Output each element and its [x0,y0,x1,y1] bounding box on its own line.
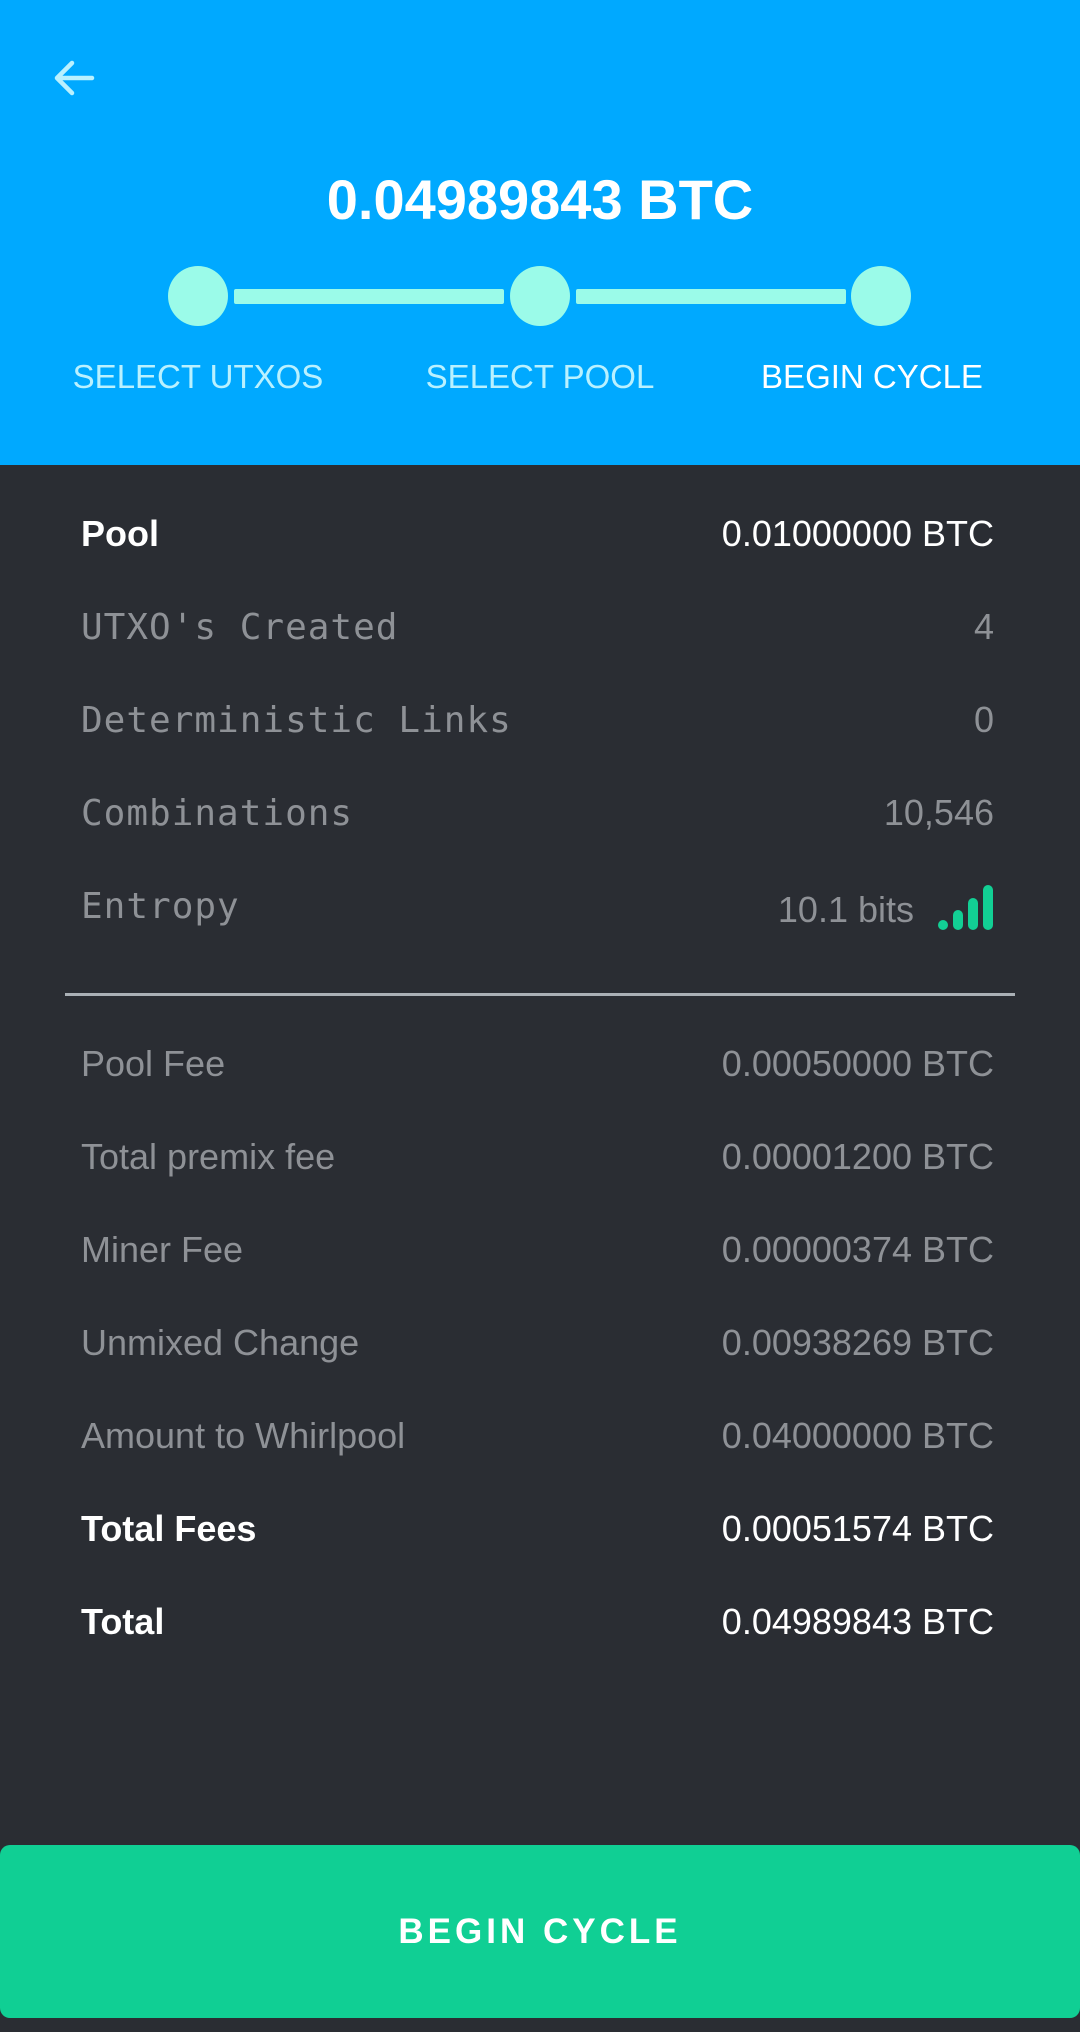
total-fees-row: Total Fees 0.00051574 BTC [81,1499,994,1559]
step-dot-select-utxos [168,266,228,326]
miner-fee-row: Miner Fee 0.00000374 BTC [81,1220,994,1280]
premix-fee-label: Total premix fee [81,1136,336,1177]
unmixed-change-row: Unmixed Change 0.00938269 BTC [81,1313,994,1373]
section-divider [65,993,1015,996]
total-label: Total [81,1601,165,1642]
signal-bars-icon [938,882,994,930]
premix-fee-value: 0.00001200 BTC [721,1136,994,1177]
stepper [0,262,1080,332]
entropy-label: Entropy [81,885,240,927]
pool-value: 0.01000000 BTC [721,513,994,554]
arrow-left-icon [54,60,95,96]
miner-fee-value: 0.00000374 BTC [721,1229,994,1270]
amount-to-whirlpool-value: 0.04000000 BTC [721,1415,994,1456]
entropy-value: 10.1 bits [777,889,914,930]
utxos-created-label: UTXO's Created [81,606,399,648]
entropy-value-wrap: 10.1 bits [778,881,994,931]
step-connector [576,289,846,304]
amount-to-whirlpool-row: Amount to Whirlpool 0.04000000 BTC [81,1406,994,1466]
begin-cycle-button[interactable]: BEGIN CYCLE [0,1845,1080,2018]
total-row: Total 0.04989843 BTC [81,1592,994,1652]
combinations-value: 10,546 [883,792,994,833]
step-label-select-utxos: SELECT UTXOS [72,358,324,395]
combinations-label: Combinations [81,792,354,834]
total-amount: 0.04989843 BTC [326,168,754,231]
step-connector [234,289,504,304]
pool-row: Pool 0.01000000 BTC [81,504,994,564]
back-button[interactable] [40,44,108,112]
step-label-select-pool: SELECT POOL [425,358,655,395]
utxos-created-row: UTXO's Created 4 [81,597,994,657]
deterministic-links-row: Deterministic Links 0 [81,690,994,750]
pool-label: Pool [81,513,159,554]
pool-fee-value: 0.00050000 BTC [721,1043,994,1084]
header: 0.04989843 BTC SELECT UTXOS SELECT POOL … [0,0,1080,465]
signal-bar-4 [983,885,993,930]
step-dot-select-pool [510,266,570,326]
signal-bar-2 [953,910,963,930]
total-fees-label: Total Fees [81,1508,257,1549]
step-label-begin-cycle: BEGIN CYCLE [761,358,983,395]
step-dot-begin-cycle [851,266,911,326]
utxos-created-value: 4 [973,606,994,647]
unmixed-change-value: 0.00938269 BTC [721,1322,994,1363]
premix-fee-row: Total premix fee 0.00001200 BTC [81,1127,994,1187]
miner-fee-label: Miner Fee [81,1229,244,1270]
signal-bar-3 [968,898,978,930]
deterministic-links-label: Deterministic Links [81,699,512,741]
pool-fee-label: Pool Fee [81,1043,226,1084]
unmixed-change-label: Unmixed Change [81,1322,360,1363]
total-value: 0.04989843 BTC [721,1601,994,1642]
deterministic-links-value: 0 [973,699,994,740]
entropy-row: Entropy 10.1 bits [81,876,994,936]
total-fees-value: 0.00051574 BTC [721,1508,994,1549]
pool-fee-row: Pool Fee 0.00050000 BTC [81,1034,994,1094]
combinations-row: Combinations 10,546 [81,783,994,843]
amount-to-whirlpool-label: Amount to Whirlpool [81,1415,406,1456]
signal-bar-1 [938,920,948,930]
